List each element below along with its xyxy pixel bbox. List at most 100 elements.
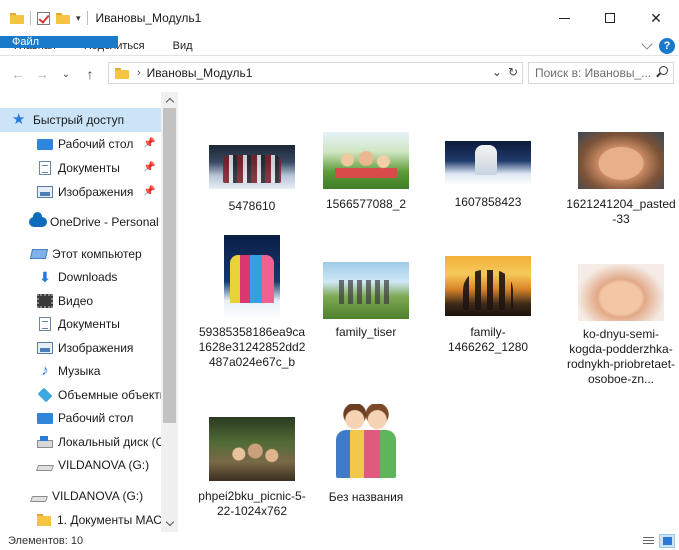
divider (86, 11, 88, 25)
minimize-icon (558, 17, 570, 19)
document-icon (39, 317, 51, 331)
nav-item-usb-drive-g-root[interactable]: VILDANOVA (G:) (0, 484, 161, 508)
maximize-icon (605, 13, 615, 23)
navigation-pane: ★ Быстрый доступ Рабочий стол 📌 Документ… (0, 92, 178, 532)
nav-item-label: 1. Документы МАСТЕР (57, 513, 161, 527)
view-switcher (640, 534, 675, 548)
file-item[interactable]: 1566577088_2 (307, 132, 425, 212)
image-thumbnail (224, 235, 280, 319)
file-item[interactable]: 1607858423 (429, 138, 547, 210)
item-count: Элементов: 10 (8, 535, 84, 547)
desktop-icon (37, 413, 53, 424)
breadcrumb-current-folder[interactable]: Ивановы_Модуль1 (147, 66, 253, 80)
file-name: 1607858423 (454, 195, 522, 209)
file-item[interactable]: 1621241204_pasted-33 (562, 132, 679, 227)
ribbon-right-controls: ? (641, 38, 675, 54)
download-icon: ⬇ (39, 269, 51, 285)
cloud-icon (29, 212, 47, 227)
video-icon (37, 294, 53, 308)
nav-item-music[interactable]: ♪ Музыка (0, 359, 161, 383)
nav-item-label: Быстрый доступ (33, 113, 125, 127)
nav-item-label: Этот компьютер (52, 247, 142, 261)
nav-item-documents[interactable]: Документы (0, 312, 161, 336)
file-name: 1621241204_pasted-33 (566, 197, 676, 226)
search-input[interactable]: Поиск в: Ивановы_... (535, 66, 651, 80)
refresh-icon[interactable]: ↻ (508, 65, 518, 79)
scroll-up-chevron-icon[interactable] (164, 95, 175, 106)
maximize-button[interactable] (587, 0, 633, 36)
nav-item-local-disk-c[interactable]: Локальный диск (C:) (0, 430, 161, 454)
window-controls: ✕ (541, 0, 679, 36)
forward-arrow-icon[interactable]: → (30, 66, 54, 82)
nav-item-quick-access[interactable]: ★ Быстрый доступ (0, 108, 161, 132)
nav-item-label: Изображения (58, 185, 134, 199)
file-item[interactable]: ko-dnyu-semi-kogda-podderzhka-rodnykh-pr… (562, 264, 679, 387)
nav-item-videos[interactable]: Видео (0, 289, 161, 313)
nav-item-label: Объемные объекты (58, 388, 161, 402)
file-item[interactable]: family-1466262_1280 (429, 256, 547, 355)
file-item[interactable]: Без названия (307, 398, 425, 505)
navigation-bar: ← → ⌄ ↑ › Ивановы_Модуль1 ⌄ ↻ Поиск в: И… (0, 57, 679, 91)
file-item[interactable]: phpei2bku_picnic-5-22-1024x762 (193, 417, 311, 519)
nav-item-onedrive[interactable]: OneDrive - Personal (0, 210, 161, 234)
new-folder-icon[interactable] (56, 12, 70, 24)
usb-drive-icon (35, 464, 55, 471)
image-thumbnail (445, 256, 531, 316)
image-thumbnail (323, 262, 409, 319)
nav-item-documents-master-folder[interactable]: 1. Документы МАСТЕР (0, 508, 161, 532)
image-thumbnail (578, 132, 664, 189)
address-bar[interactable]: › Ивановы_Модуль1 ⌄ ↻ (108, 62, 523, 84)
properties-checkbox-icon[interactable] (37, 11, 50, 25)
navigation-pane-scrollbar[interactable] (161, 92, 178, 532)
tab-view[interactable]: Вид (159, 36, 207, 55)
nav-item-downloads[interactable]: ⬇ Downloads (0, 265, 161, 289)
breadcrumb-chevron-icon[interactable]: › (137, 67, 141, 79)
scrollbar-thumb[interactable] (163, 108, 176, 423)
nav-item-label: Локальный диск (C:) (58, 435, 161, 449)
back-arrow-icon[interactable]: ← (6, 66, 30, 82)
nav-item-label: VILDANOVA (G:) (52, 489, 144, 503)
expand-ribbon-chevron-icon[interactable] (641, 38, 653, 50)
file-name: 5478610 (228, 199, 276, 213)
pin-icon: 📌 (143, 162, 156, 173)
star-icon: ★ (12, 111, 26, 128)
nav-item-desktop[interactable]: Рабочий стол (0, 406, 161, 430)
nav-item-pictures-pinned[interactable]: Изображения 📌 (0, 180, 161, 204)
search-box[interactable]: Поиск в: Ивановы_... (528, 62, 674, 84)
large-icons-view-icon[interactable] (659, 534, 675, 548)
folder-icon (10, 12, 24, 24)
folder-icon (115, 67, 129, 79)
file-name: 59385358186ea9ca1628e31242852dd2487a024e… (198, 325, 306, 369)
nav-item-3d-objects[interactable]: Объемные объекты (0, 383, 161, 407)
scroll-down-chevron-icon[interactable] (164, 518, 175, 529)
nav-item-usb-drive-g[interactable]: VILDANOVA (G:) (0, 453, 161, 477)
image-thumbnail (209, 145, 295, 189)
recent-locations-chevron-icon[interactable]: ⌄ (54, 69, 78, 80)
nav-item-pictures[interactable]: Изображения (0, 336, 161, 360)
usb-drive-icon (29, 495, 49, 502)
customize-toolbar-dropdown[interactable]: ▾ (76, 13, 81, 24)
file-item[interactable]: 59385358186ea9ca1628e31242852dd2487a024e… (193, 235, 311, 370)
nav-item-label: Документы (58, 317, 120, 331)
minimize-button[interactable] (541, 0, 587, 36)
nav-item-desktop-pinned[interactable]: Рабочий стол 📌 (0, 132, 161, 156)
help-icon[interactable]: ? (659, 38, 675, 54)
nav-item-this-pc[interactable]: Этот компьютер (0, 242, 161, 266)
tab-file[interactable]: Файл (0, 36, 118, 48)
nav-item-label: Рабочий стол (58, 137, 134, 151)
window-title: Ивановы_Модуль1 (95, 11, 202, 25)
details-view-icon[interactable] (640, 534, 656, 548)
file-item[interactable]: 5478610 (193, 138, 311, 214)
nav-item-documents-pinned[interactable]: Документы 📌 (0, 156, 161, 180)
title-bar: ▾ Ивановы_Модуль1 ✕ (0, 0, 679, 36)
file-list-view: 5478610 1566577088_2 1607858423 16212412… (180, 92, 679, 532)
file-item[interactable]: family_tiser (307, 262, 425, 340)
image-thumbnail (445, 141, 531, 185)
search-icon[interactable] (656, 66, 668, 77)
address-dropdown-chevron-icon[interactable]: ⌄ (492, 65, 502, 79)
file-name: family_tiser (335, 325, 397, 339)
folder-icon (37, 514, 51, 526)
close-icon: ✕ (650, 9, 662, 26)
up-arrow-icon[interactable]: ↑ (78, 66, 102, 82)
close-button[interactable]: ✕ (633, 0, 679, 36)
